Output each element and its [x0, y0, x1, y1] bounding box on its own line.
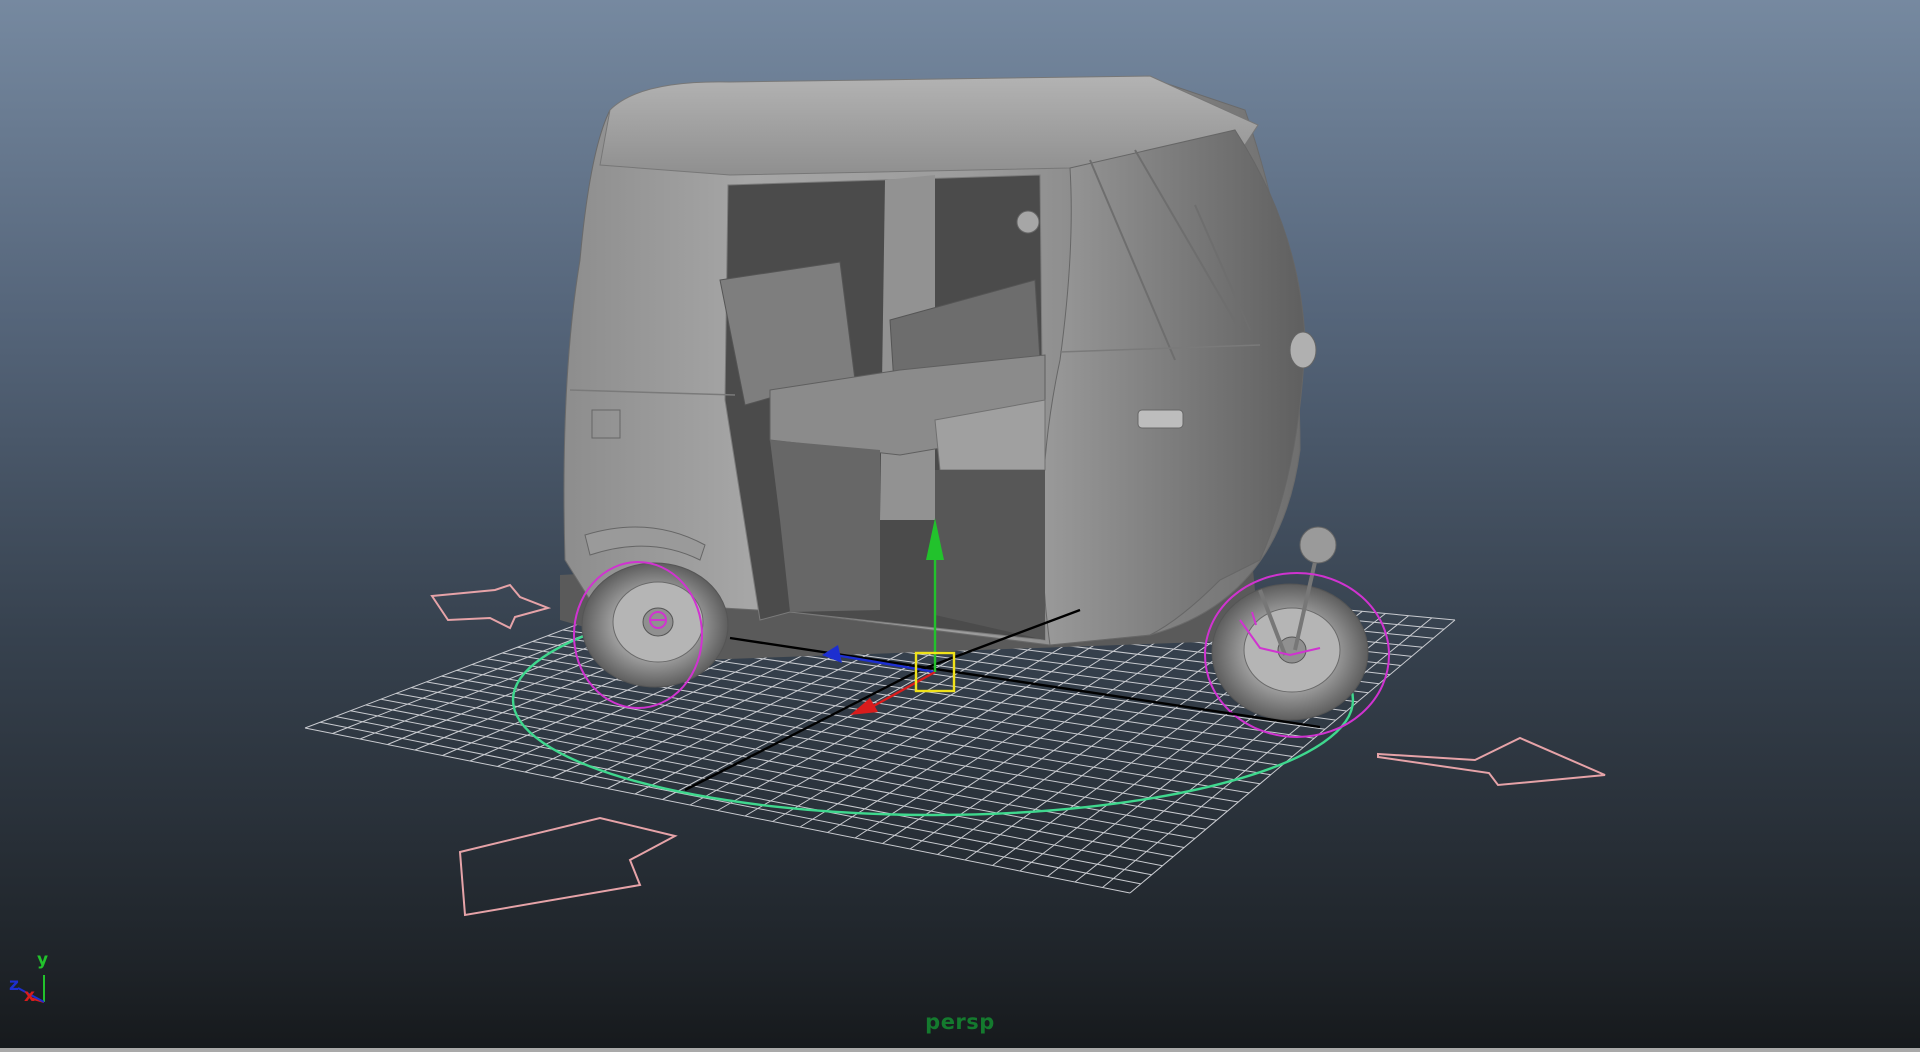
- auto-rickshaw-model[interactable]: [560, 75, 1369, 721]
- viewport-bottom-border: [0, 1048, 1920, 1052]
- scene-canvas[interactable]: y x z: [0, 0, 1920, 1052]
- view-axis-indicator: y x z: [9, 950, 48, 1006]
- axis-z-label: z: [9, 975, 19, 995]
- arrow-front-icon[interactable]: [458, 816, 678, 917]
- arrow-left-icon[interactable]: [430, 583, 552, 630]
- arrow-right-icon[interactable]: [1377, 736, 1606, 787]
- grid-line: [426, 681, 1217, 821]
- grid-line: [335, 715, 1152, 876]
- grid-line: [320, 721, 1141, 885]
- camera-name-label: persp: [925, 1010, 995, 1034]
- axis-x-label: x: [24, 986, 35, 1006]
- grid-line: [350, 710, 1163, 867]
- grid-line: [486, 658, 1261, 785]
- maya-perspective-viewport[interactable]: y x z persp: [0, 0, 1920, 1052]
- axis-y-label: y: [37, 950, 48, 970]
